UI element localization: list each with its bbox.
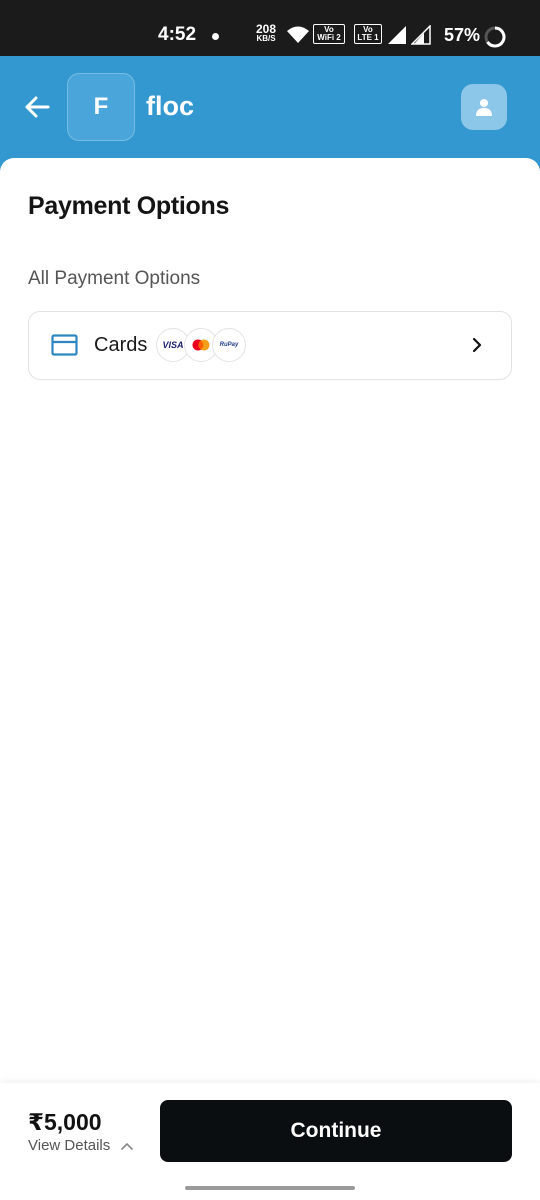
volte-wifi-icon: Vo WiFi 2 <box>313 24 345 44</box>
mastercard-icon <box>192 339 210 351</box>
credit-card-icon <box>51 334 78 356</box>
status-bar: 4:52 208 KB/S Vo WiFi 2 Vo LTE 1 57% <box>0 0 540 56</box>
status-time: 4:52 <box>158 24 197 45</box>
battery-ring-icon <box>484 26 506 48</box>
page-title: Payment Options <box>28 192 230 220</box>
card-brand-badges: VISA RuPay <box>156 328 246 362</box>
network-speed-unit: KB/S <box>256 34 276 43</box>
notification-dot <box>212 33 219 40</box>
merchant-name: floc <box>146 91 195 121</box>
volte-wifi-bottom: WiFi 2 <box>317 33 341 42</box>
network-speed-value: 208 <box>256 22 277 36</box>
profile-button[interactable] <box>461 84 507 130</box>
merchant-logo: F <box>67 73 135 141</box>
arrow-left-icon[interactable] <box>22 92 52 122</box>
battery-percent: 57% <box>444 25 481 45</box>
volte-lte-bottom: LTE 1 <box>357 33 379 42</box>
continue-button[interactable]: Continue <box>160 1100 512 1162</box>
volte-lte-icon: Vo LTE 1 <box>354 24 382 44</box>
total-amount: ₹5,000 <box>28 1109 102 1135</box>
signal-icon <box>388 26 406 44</box>
signal-icon-2 <box>411 25 431 45</box>
chevron-right-icon <box>472 337 482 353</box>
view-details-label: View Details <box>28 1137 111 1154</box>
wifi-icon <box>287 26 309 43</box>
view-details-link[interactable]: View Details <box>28 1137 134 1154</box>
rupay-logo: RuPay <box>212 328 246 362</box>
home-indicator[interactable] <box>185 1186 355 1190</box>
payment-sheet: Payment Options All Payment Options Card… <box>0 158 540 1088</box>
section-label: All Payment Options <box>28 268 201 289</box>
payment-option-label: Cards <box>94 334 148 356</box>
checkout-footer: ₹5,000 View Details Continue <box>0 1083 540 1200</box>
user-icon <box>476 99 492 116</box>
network-speed: 208 KB/S <box>256 22 277 44</box>
chevron-up-icon <box>121 1142 134 1150</box>
payment-option-cards[interactable]: Cards VISA RuPay <box>28 311 512 380</box>
